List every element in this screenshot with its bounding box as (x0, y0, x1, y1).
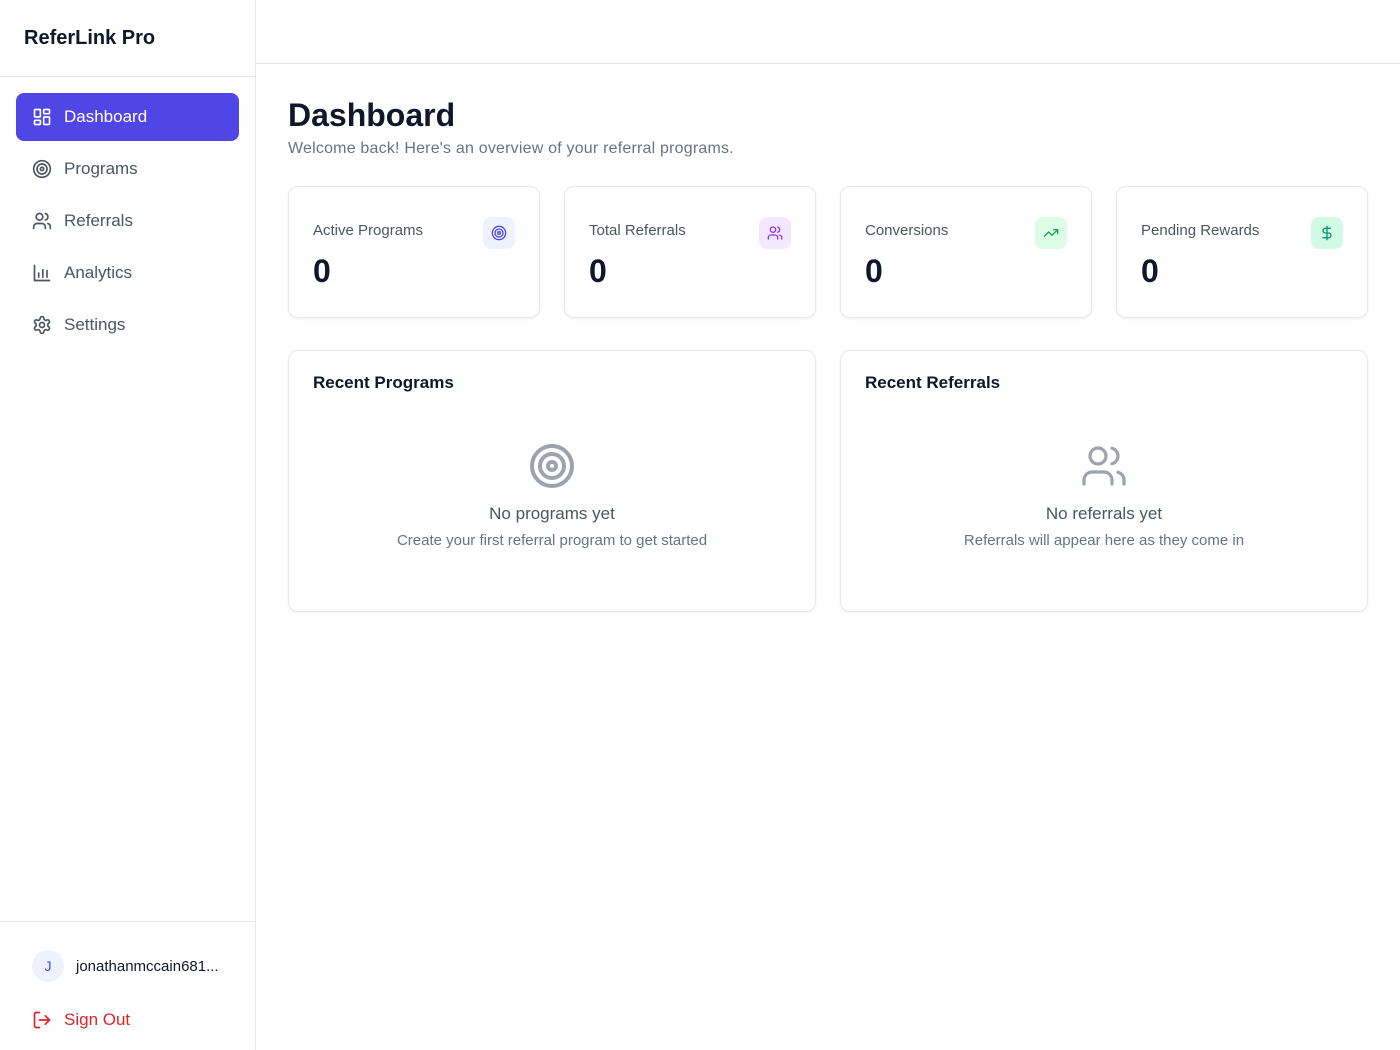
sidebar-nav: Dashboard Programs Referrals Analytics S… (0, 77, 255, 921)
bar-chart-icon (33, 264, 51, 282)
empty-state-description: Referrals will appear here as they come … (963, 531, 1245, 549)
sidebar-item-settings[interactable]: Settings (16, 301, 239, 349)
dashboard-icon (33, 108, 51, 126)
users-icon (759, 217, 791, 249)
user-profile[interactable]: J jonathanmccain681... (16, 950, 239, 982)
sidebar-item-analytics[interactable]: Analytics (16, 249, 239, 297)
sidebar-item-referrals[interactable]: Referrals (16, 197, 239, 245)
users-icon (32, 212, 52, 230)
empty-state-title: No referrals yet (1045, 503, 1163, 523)
empty-state-title: No programs yet (489, 503, 615, 523)
stat-value: 0 (1141, 253, 1159, 289)
stat-value: 0 (313, 253, 331, 289)
panel-title: Recent Programs (313, 373, 454, 392)
target-icon (32, 159, 52, 179)
log-out-icon (33, 1011, 51, 1029)
stat-card-active-programs: Active Programs 0 (288, 186, 540, 318)
sidebar-item-label: Referrals (64, 211, 133, 230)
sidebar-item-label: Analytics (64, 263, 133, 282)
sidebar: ReferLink Pro Dashboard Programs Referra… (0, 0, 256, 1050)
user-email: jonathanmccain681... (76, 957, 219, 975)
empty-state: No referrals yet Referrals will appear h… (865, 393, 1343, 589)
sidebar-item-label: Programs (64, 159, 138, 178)
sidebar-item-label: Dashboard (64, 107, 148, 126)
page-content: Dashboard Welcome back! Here's an overvi… (256, 64, 1400, 612)
top-bar (256, 0, 1400, 64)
main-area: Dashboard Welcome back! Here's an overvi… (256, 0, 1400, 1050)
page-subtitle: Welcome back! Here's an overview of your… (288, 140, 734, 157)
stat-card-pending-rewards: Pending Rewards 0 (1116, 186, 1368, 318)
recent-programs-panel: Recent Programs No programs yet Create y… (288, 350, 816, 612)
sign-out-label: Sign Out (64, 1010, 131, 1029)
sign-out-button[interactable]: Sign Out (16, 1010, 239, 1030)
empty-state: No programs yet Create your first referr… (313, 393, 791, 589)
stat-card-total-referrals: Total Referrals 0 (564, 186, 816, 318)
sidebar-item-dashboard[interactable]: Dashboard (16, 93, 239, 141)
page-title: Dashboard (288, 97, 456, 133)
panels-grid: Recent Programs No programs yet Create y… (288, 350, 1368, 612)
brand-logo[interactable]: ReferLink Pro (0, 0, 255, 77)
panel-title: Recent Referrals (865, 373, 1001, 392)
sidebar-item-programs[interactable]: Programs (16, 145, 239, 193)
sidebar-footer: J jonathanmccain681... Sign Out (0, 921, 255, 1050)
target-icon (530, 443, 574, 488)
target-icon (483, 217, 515, 249)
users-icon (1082, 445, 1126, 486)
trending-up-icon (1035, 217, 1067, 249)
gear-icon (33, 315, 51, 335)
stats-grid: Active Programs 0 Total Referrals 0 Conv… (288, 186, 1368, 318)
avatar: J (32, 950, 64, 982)
empty-state-description: Create your first referral program to ge… (396, 531, 708, 549)
stat-card-conversions: Conversions 0 (840, 186, 1092, 318)
dollar-icon (1311, 217, 1343, 249)
sidebar-item-label: Settings (64, 315, 126, 334)
stat-value: 0 (589, 253, 607, 289)
app-root: ReferLink Pro Dashboard Programs Referra… (0, 0, 1400, 1050)
stat-value: 0 (865, 253, 883, 289)
recent-referrals-panel: Recent Referrals No referrals yet Referr… (840, 350, 1368, 612)
